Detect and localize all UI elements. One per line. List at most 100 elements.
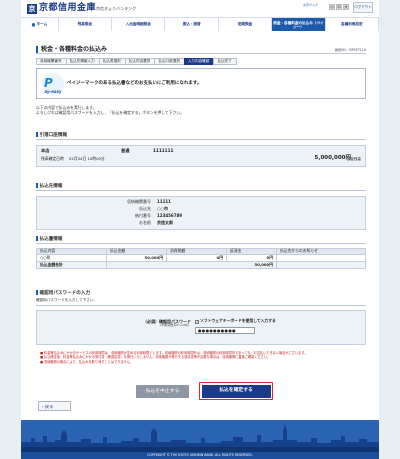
- instruction-line: よろしければ確認用パスワードを入力し、「払込を確定する」ボタンを押して下さい。: [36, 110, 184, 115]
- bill-section-heading: 払込書情報: [36, 236, 366, 242]
- payee-row: お名前 京信太郎: [37, 220, 367, 227]
- bill-notice: [276, 254, 366, 262]
- nav-balance[interactable]: 残高照会: [59, 18, 113, 31]
- divider: [36, 243, 366, 244]
- payee-section-heading: 払込先情報: [36, 183, 366, 189]
- page: 京 京都信用金庫 京信きょうバンキング 文字サイズ 小 中 大 ログアウト ホー…: [0, 0, 400, 459]
- payee-row-key: 納付番号: [135, 213, 151, 218]
- software-keyboard-checkbox[interactable]: ✓: [195, 320, 199, 324]
- step-payee-input: 払込先情報入力: [65, 58, 100, 65]
- header: 京 京都信用金庫 京信きょうバンキング 文字サイズ 小 中 大 ログアウト: [21, 0, 379, 17]
- global-nav: ホーム 残高照会 入出金明細照会 振込・振替 定期預金 税金・各種料金の払込み（…: [21, 17, 380, 31]
- copyright: COPYRIGHT © THE KYOTO SHINKIN BANK. ALL …: [147, 453, 253, 457]
- software-keyboard-option[interactable]: ✓ソフトウェアキーボードを使用して入力する: [195, 318, 276, 324]
- instructions: 以下の内容で払込みを実行します。 よろしければ確認用パスワードを入力し、「払込を…: [36, 105, 366, 115]
- bill-content: ○○税: [36, 254, 107, 262]
- balance-time-label: 残高確定日時: [41, 156, 64, 161]
- kyoto-skyline-icon: [21, 420, 379, 452]
- step-content-select: 払込内容選択: [124, 58, 156, 65]
- nav-home-label: ホーム: [36, 22, 48, 27]
- text-size-small[interactable]: 小: [329, 4, 335, 10]
- text-size-large[interactable]: 大: [343, 4, 349, 10]
- notes: ■ 料金等払込みにかかるサービスの利用時間は、収納機関が定める利用時間とします。…: [40, 351, 362, 364]
- footer: COPYRIGHT © THE KYOTO SHINKIN BANK. ALL …: [21, 420, 379, 459]
- step-account-select: 払込口座選択: [154, 58, 185, 65]
- table-total-row: 払込金額合計 50,000円: [36, 261, 366, 269]
- password-hint: （半角英数字6～12桁）: [158, 323, 191, 327]
- confirm-payment-button[interactable]: 払込を確定する: [199, 382, 273, 400]
- nav-time-deposit[interactable]: 定期預金: [219, 18, 273, 31]
- text-size-medium[interactable]: 中: [336, 4, 342, 10]
- table-row: ○○税 50,000円 0円 0円: [36, 254, 366, 262]
- payee-row-value: 123456789: [157, 213, 183, 218]
- nav-home[interactable]: ホーム: [21, 18, 59, 31]
- account-type: 普通: [121, 148, 130, 153]
- logout-button[interactable]: ログアウト: [353, 2, 373, 13]
- step-complete: 払込完了: [213, 58, 237, 65]
- home-icon: [31, 22, 36, 27]
- account-row: 本店 普通 1111111: [41, 148, 361, 154]
- cancel-payment-button[interactable]: 払込を中止する: [136, 385, 189, 398]
- password-box: （必須）確認用パスワード （半角英数字6～12桁） ✓ソフトウェアキーボードを使…: [36, 310, 366, 345]
- payeasy-message: ペイジーマークのある払込書などのお支払いにご利用になれます。: [67, 81, 202, 86]
- bank-name: 京都信用金庫: [39, 3, 97, 13]
- note-item: ■ 収納機関の都合により、払込みを取り消すことはできません。: [40, 359, 133, 364]
- account-number: 1111111: [153, 148, 174, 153]
- step-bill-select: 払込書選択: [98, 58, 126, 65]
- bill-amount: 50,000円: [106, 254, 167, 262]
- account-section-heading: 引落口座情報: [36, 132, 366, 138]
- step-payee-number: 収納機関番号: [36, 58, 67, 65]
- password-section-heading: 確認用パスワードの入力: [36, 290, 366, 296]
- account-branch: 本店: [41, 148, 50, 153]
- header-tools: 文字サイズ 小 中 大 ログアウト: [303, 2, 373, 15]
- payee-row: 払込先 ○○市: [37, 206, 367, 213]
- payee-row-key: 払込先: [139, 206, 151, 211]
- payee-row: 納付番号 123456789: [37, 213, 367, 220]
- account-balance: 5,000,000円: [314, 155, 351, 161]
- bill-late-fee: 0円: [226, 254, 277, 262]
- nav-payeasy[interactable]: 税金・各種料金の払込み（ペイジー）: [272, 18, 326, 31]
- progress-steps: 収納機関番号 払込先情報入力 払込書選択 払込内容選択 払込口座選択 入力内容確…: [36, 58, 237, 65]
- payee-row-value: 11111: [157, 199, 171, 204]
- text-size-switcher: 小 中 大: [329, 4, 349, 10]
- password-label: （必須）確認用パスワード （半角英数字6～12桁）: [99, 319, 191, 328]
- confirm-payment-label: 払込を確定する: [201, 384, 271, 398]
- divider: [36, 139, 366, 140]
- password-prompt: 確認用パスワードを入力して下さい。: [36, 298, 97, 302]
- step-confirm-current: 入力内容確認: [183, 58, 215, 65]
- payee-row-key: 収納機関番号: [127, 199, 151, 204]
- back-button-label: 戻る: [45, 404, 54, 409]
- payeasy-logo-icon: P ay-easy: [42, 73, 64, 95]
- bank-logo-icon: 京: [27, 4, 37, 14]
- nav-statement[interactable]: 入出金明細照会: [112, 18, 166, 31]
- balance-time-row: 残高確定日時 02月04日 10時00分: [41, 156, 361, 163]
- password-input[interactable]: ●●●●●●●●●●: [195, 327, 255, 334]
- payee-row-value: 京信太郎: [157, 220, 173, 225]
- bill-tax: 0円: [166, 254, 227, 262]
- screen-id: 画面ID：BPMT510: [334, 48, 366, 52]
- debit-account-box: 本店 普通 1111111 残高確定日時 02月04日 10時00分 5,000…: [36, 145, 366, 167]
- text-size-label: 文字サイズ: [303, 3, 318, 7]
- payeasy-banner: P ay-easy ペイジーマークのある払込書などのお支払いにご利用になれます。: [36, 68, 366, 99]
- divider: [36, 190, 366, 191]
- nav-transfer[interactable]: 振込・振替: [165, 18, 219, 31]
- payee-row: 収納機関番号 11111: [37, 199, 367, 206]
- total-spacer: [276, 261, 366, 269]
- back-button[interactable]: ‹ 戻る: [38, 401, 71, 411]
- service-name: 京信きょうバンキング: [96, 6, 137, 11]
- payeasy-logo-text: ay-easy: [44, 89, 62, 94]
- payee-row-key: お名前: [139, 220, 151, 225]
- total-label: 払込金額合計: [36, 261, 107, 269]
- balance-label: 預金残高: [346, 157, 361, 161]
- software-keyboard-label: ソフトウェアキーボードを使用して入力する: [200, 318, 276, 323]
- page-title-row: 税金・各種料金の払込み 画面ID：BPMT510: [36, 46, 366, 54]
- nav-settings[interactable]: 各種利用設定: [326, 18, 380, 31]
- balance-time: 02月04日 10時00分: [69, 156, 105, 161]
- divider: [36, 305, 366, 306]
- payee-info-box: 収納機関番号 11111 払込先 ○○市 納付番号 123456789 お名前 …: [36, 196, 366, 230]
- page-title: 税金・各種料金の払込み: [41, 46, 108, 53]
- title-accent: [36, 46, 38, 53]
- payee-row-value: ○○市: [157, 206, 168, 211]
- bill-table: 払込内容 払込金額 消費税額 延滞金 払込先からのお知らせ ○○税 50,000…: [36, 248, 366, 269]
- total-amount: 50,000円: [106, 261, 277, 269]
